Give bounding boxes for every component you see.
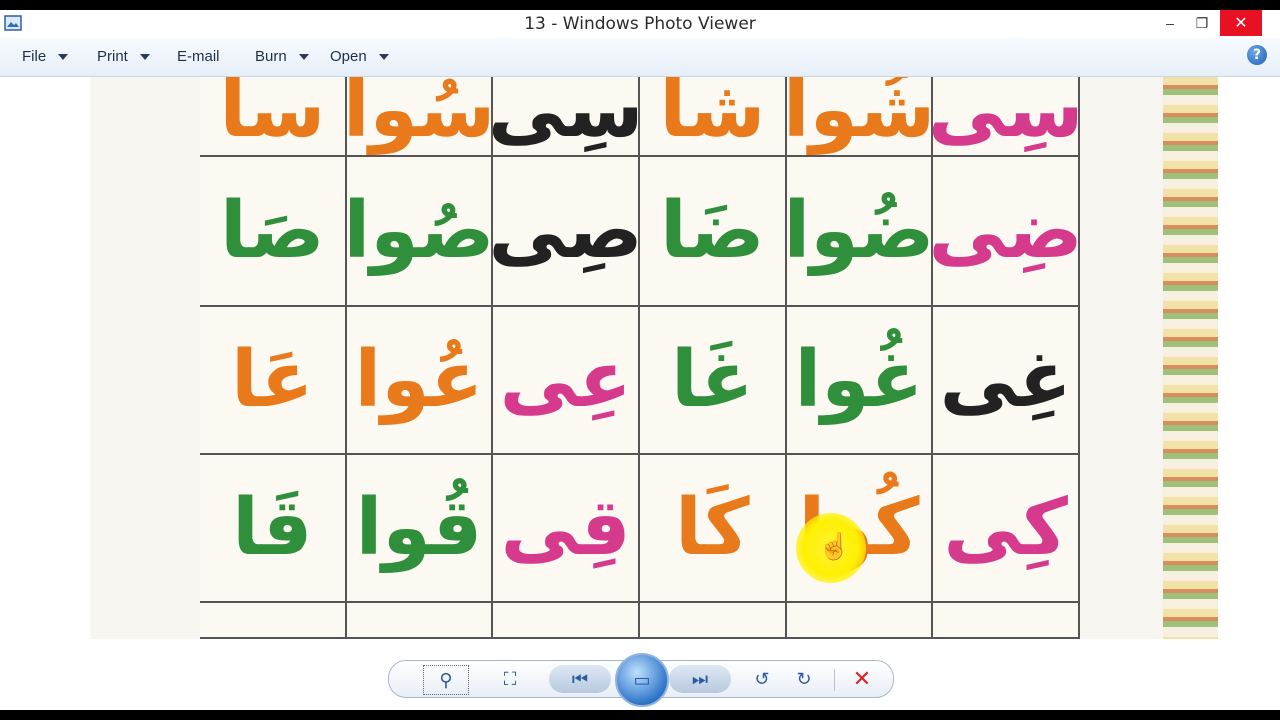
burn-menu[interactable]: Burn [255, 48, 309, 65]
zoom-icon[interactable]: ⚲ [423, 665, 469, 695]
help-icon[interactable]: ? [1247, 45, 1267, 65]
letter-cell: شا [640, 77, 787, 157]
rotate-left-icon[interactable]: ↺ [747, 665, 777, 693]
next-icon[interactable]: ⏭ [669, 665, 731, 693]
letter-cell-partial [786, 603, 934, 639]
window-title: 13 - Windows Photo Viewer [524, 14, 756, 34]
hand-cursor-icon: ☝ [818, 531, 851, 561]
letter-cell: صِی [493, 157, 640, 307]
letter-cell: صُوا [346, 157, 494, 307]
open-menu[interactable]: Open [330, 48, 389, 65]
letter-cell: سِی [933, 77, 1080, 157]
letter-cell: سِی [493, 77, 640, 157]
bottom-toolbar: ⚲ ⛶ ⏮ ▭ ⏭ ↺ ↻ ✕ [0, 639, 1280, 710]
maximize-button[interactable]: ❐ [1188, 10, 1216, 36]
email-button[interactable]: E-mail [177, 48, 220, 65]
letter-cell: شُوا [786, 77, 934, 157]
arabic-letter-grid: سا سُوا سِی شا شُوا سِی صَا صُوا صِی ضَا ضُوا ضِی عَ… [200, 77, 1080, 639]
letter-cell: عَا [200, 307, 347, 455]
file-menu[interactable]: File [22, 48, 69, 65]
file-menu-label: File [22, 48, 47, 65]
email-label: E-mail [177, 48, 220, 65]
previous-icon[interactable]: ⏮ [549, 665, 611, 693]
slideshow-icon[interactable]: ▭ [615, 653, 669, 707]
title-bar: 13 - Windows Photo Viewer – ❐ ✕ [0, 10, 1280, 38]
letter-cell-partial [346, 603, 494, 639]
letter-cell: ضُوا [786, 157, 934, 307]
decorative-border-right [1163, 77, 1218, 639]
chevron-down-icon [378, 53, 389, 60]
letter-cell: ضِی [933, 157, 1080, 307]
chevron-down-icon [139, 53, 150, 60]
letter-cell: کَا [640, 455, 787, 603]
letter-cell: ضَا [640, 157, 787, 307]
letter-cell-partial [640, 603, 787, 639]
toolbar-separator [834, 669, 835, 691]
letter-cell: قَا [200, 455, 347, 603]
minimize-button[interactable]: – [1156, 10, 1184, 36]
letter-cell: غِی [933, 307, 1080, 455]
letter-cell-partial [933, 603, 1080, 639]
chevron-down-icon [58, 53, 69, 60]
letter-cell: قُوا [346, 455, 494, 603]
letter-cell: عِی [493, 307, 640, 455]
letter-cell: غَا [640, 307, 787, 455]
letter-cell: کِی [933, 455, 1080, 603]
letter-cell: غُوا [786, 307, 934, 455]
letter-cell-partial [493, 603, 640, 639]
image-viewport[interactable]: سا سُوا سِی شا شُوا سِی صَا صُوا صِی ضَا ضُوا ضِی عَ… [0, 77, 1280, 639]
letter-cell: سُوا [346, 77, 494, 157]
delete-icon[interactable]: ✕ [847, 665, 877, 693]
menu-bar: File Print E-mail Burn Open ? [0, 38, 1280, 77]
letter-cell: صَا [200, 157, 347, 307]
print-menu[interactable]: Print [97, 48, 150, 65]
print-menu-label: Print [97, 48, 128, 65]
open-menu-label: Open [330, 48, 367, 65]
letter-cell: قِی [493, 455, 640, 603]
playback-controls: ⚲ ⛶ ⏮ ▭ ⏭ ↺ ↻ ✕ [388, 653, 894, 707]
close-button[interactable]: ✕ [1220, 10, 1262, 36]
chevron-down-icon [298, 53, 309, 60]
letter-cell: عُوا [346, 307, 494, 455]
letter-cell-partial [200, 603, 347, 639]
actual-size-icon[interactable]: ⛶ [495, 665, 525, 693]
letter-cell: سا [200, 77, 347, 157]
rotate-right-icon[interactable]: ↻ [789, 665, 819, 693]
burn-menu-label: Burn [255, 48, 287, 65]
